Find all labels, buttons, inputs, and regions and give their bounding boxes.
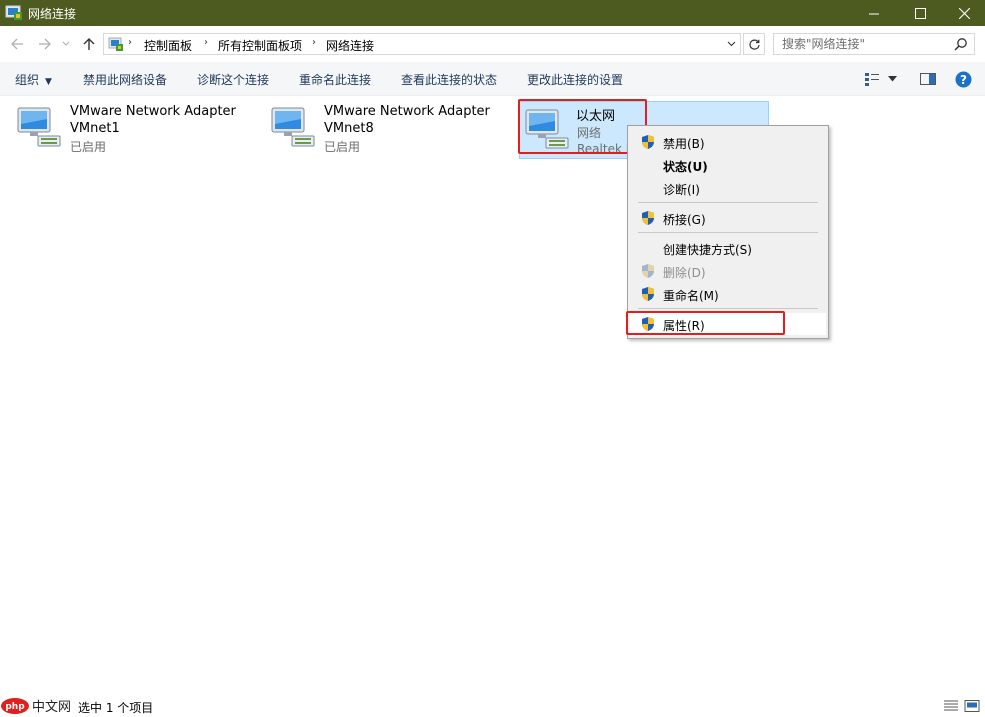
preview-pane-icon [920, 73, 936, 85]
uac-shield-icon [642, 317, 654, 331]
network-adapter-icon [525, 109, 569, 149]
view-status-button[interactable]: 查看此连接的状态 [401, 71, 497, 88]
diagnose-button[interactable]: 诊断这个连接 [197, 71, 269, 88]
chevron-down-icon [727, 41, 735, 47]
connection-name: VMware Network Adapter [70, 104, 236, 119]
window-title: 网络连接 [28, 7, 77, 21]
change-view-button[interactable] [864, 70, 880, 88]
details-view-icon [944, 700, 958, 711]
back-button[interactable] [8, 35, 26, 53]
disable-device-button[interactable]: 禁用此网络设备 [83, 71, 167, 88]
network-adapter-icon [17, 107, 61, 147]
menu-item-label: 属性(R) [663, 319, 705, 333]
menu-item-disable[interactable]: 禁用(B) [630, 131, 826, 153]
connection-network: 网络 [577, 126, 602, 140]
menu-item-label: 创建快捷方式(S) [663, 243, 752, 257]
menu-separator [638, 202, 818, 203]
details-view-button[interactable] [943, 699, 959, 713]
menu-item-label: 删除(D) [663, 266, 706, 280]
large-icons-view-button[interactable] [964, 699, 980, 713]
maximize-button[interactable] [897, 0, 943, 26]
status-bar: 选中 1 个项目 php 中文网 [0, 695, 985, 717]
forward-arrow-icon [39, 38, 51, 50]
menu-item-label: 禁用(B) [663, 137, 705, 151]
uac-shield-icon [642, 287, 654, 301]
control-panel-icon [108, 37, 123, 51]
connection-device: VMnet8 [324, 121, 374, 136]
close-button[interactable] [941, 0, 985, 26]
menu-separator [638, 308, 818, 309]
connection-device: VMnet1 [70, 121, 120, 136]
watermark-php-text: php [5, 702, 25, 712]
search-box[interactable] [773, 33, 975, 55]
large-icons-view-icon [964, 700, 980, 712]
breadcrumb-separator-icon[interactable]: › [312, 37, 316, 48]
menu-item-diagnose[interactable]: 诊断(I) [630, 177, 826, 199]
minimize-icon [868, 13, 879, 14]
connection-vmnet8[interactable]: VMware Network Adapter VMnet8 已启用 [256, 99, 506, 157]
svg-text:?: ? [960, 73, 967, 87]
up-arrow-icon [83, 38, 95, 50]
breadcrumb-separator-icon[interactable]: › [128, 37, 132, 48]
connection-status: 已启用 [70, 140, 107, 154]
help-icon: ? [955, 71, 972, 87]
menu-item-label: 桥接(G) [663, 213, 706, 227]
help-button[interactable]: ? [955, 70, 972, 88]
menu-item-label: 状态(U) [663, 160, 708, 174]
address-row: › 控制面板 › 所有控制面板项 › 网络连接 [0, 26, 985, 62]
connection-name: VMware Network Adapter [324, 104, 490, 119]
search-input[interactable] [774, 34, 949, 54]
uac-shield-icon [642, 264, 654, 278]
rename-button[interactable]: 重命名此连接 [299, 71, 371, 88]
command-bar: 组织 ▼ 禁用此网络设备 诊断这个连接 重命名此连接 查看此连接的状态 更改此连接… [0, 62, 985, 96]
network-adapter-icon [271, 107, 315, 147]
menu-separator [638, 232, 818, 233]
menu-item-bridge[interactable]: 桥接(G) [630, 207, 826, 229]
preview-pane-button[interactable] [920, 70, 936, 88]
breadcrumb-network-connections[interactable]: 网络连接 [326, 37, 374, 54]
organize-label: 组织 [15, 73, 40, 87]
minimize-button[interactable] [851, 0, 897, 26]
menu-item-status[interactable]: 状态(U) [630, 154, 826, 176]
php-site-watermark-logo: php 中文网 [1, 698, 71, 715]
explorer-window: 网络连接 › 控制面板 › 所有控制面板项 › 网络连接 搜索"网络连接" 组织… [0, 0, 985, 717]
change-settings-button[interactable]: 更改此连接的设置 [527, 71, 623, 88]
view-options-icon [865, 73, 879, 86]
menu-item-label: 重命名(M) [663, 289, 719, 303]
watermark-cn-text: 中文网 [32, 700, 71, 715]
close-icon [958, 7, 970, 19]
connection-vmnet1[interactable]: VMware Network Adapter VMnet1 已启用 [2, 99, 252, 157]
connection-name: 以太网 [576, 109, 616, 124]
view-options-dropdown[interactable] [888, 70, 897, 88]
menu-item-label: 诊断(I) [663, 183, 700, 197]
menu-item-create-shortcut[interactable]: 创建快捷方式(S) [630, 237, 826, 259]
context-menu: 禁用(B) 状态(U) 诊断(I) 桥接(G) 创建快捷方式(S) 删除(D) … [627, 125, 829, 339]
menu-item-properties[interactable]: 属性(R) [630, 313, 826, 335]
caret-down-icon [888, 76, 897, 82]
refresh-icon [748, 39, 760, 50]
address-history-dropdown[interactable] [724, 36, 738, 52]
organize-button[interactable]: 组织 ▼ [15, 71, 52, 88]
maximize-icon [914, 7, 926, 19]
recent-locations-button[interactable] [60, 35, 72, 53]
address-bar[interactable]: › 控制面板 › 所有控制面板项 › 网络连接 [103, 33, 741, 55]
breadcrumb-separator-icon[interactable]: › [204, 37, 208, 48]
back-arrow-icon [11, 38, 23, 50]
connection-adapter: Realtek P [577, 142, 633, 156]
uac-shield-icon [642, 211, 654, 225]
menu-item-delete[interactable]: 删除(D) [630, 260, 826, 282]
search-icon[interactable] [954, 37, 968, 51]
network-connections-app-icon [5, 5, 22, 20]
connection-status: 已启用 [324, 140, 361, 154]
refresh-button[interactable] [743, 33, 765, 55]
uac-shield-icon [642, 135, 654, 149]
breadcrumb-all-control-panel-items[interactable]: 所有控制面板项 [218, 37, 302, 54]
caret-down-icon: ▼ [45, 77, 52, 87]
title-bar[interactable]: 网络连接 [0, 0, 985, 26]
menu-item-rename[interactable]: 重命名(M) [630, 283, 826, 305]
up-button[interactable] [80, 35, 98, 53]
breadcrumb-control-panel[interactable]: 控制面板 [144, 37, 192, 54]
chevron-down-icon [62, 41, 70, 46]
forward-button[interactable] [36, 35, 54, 53]
